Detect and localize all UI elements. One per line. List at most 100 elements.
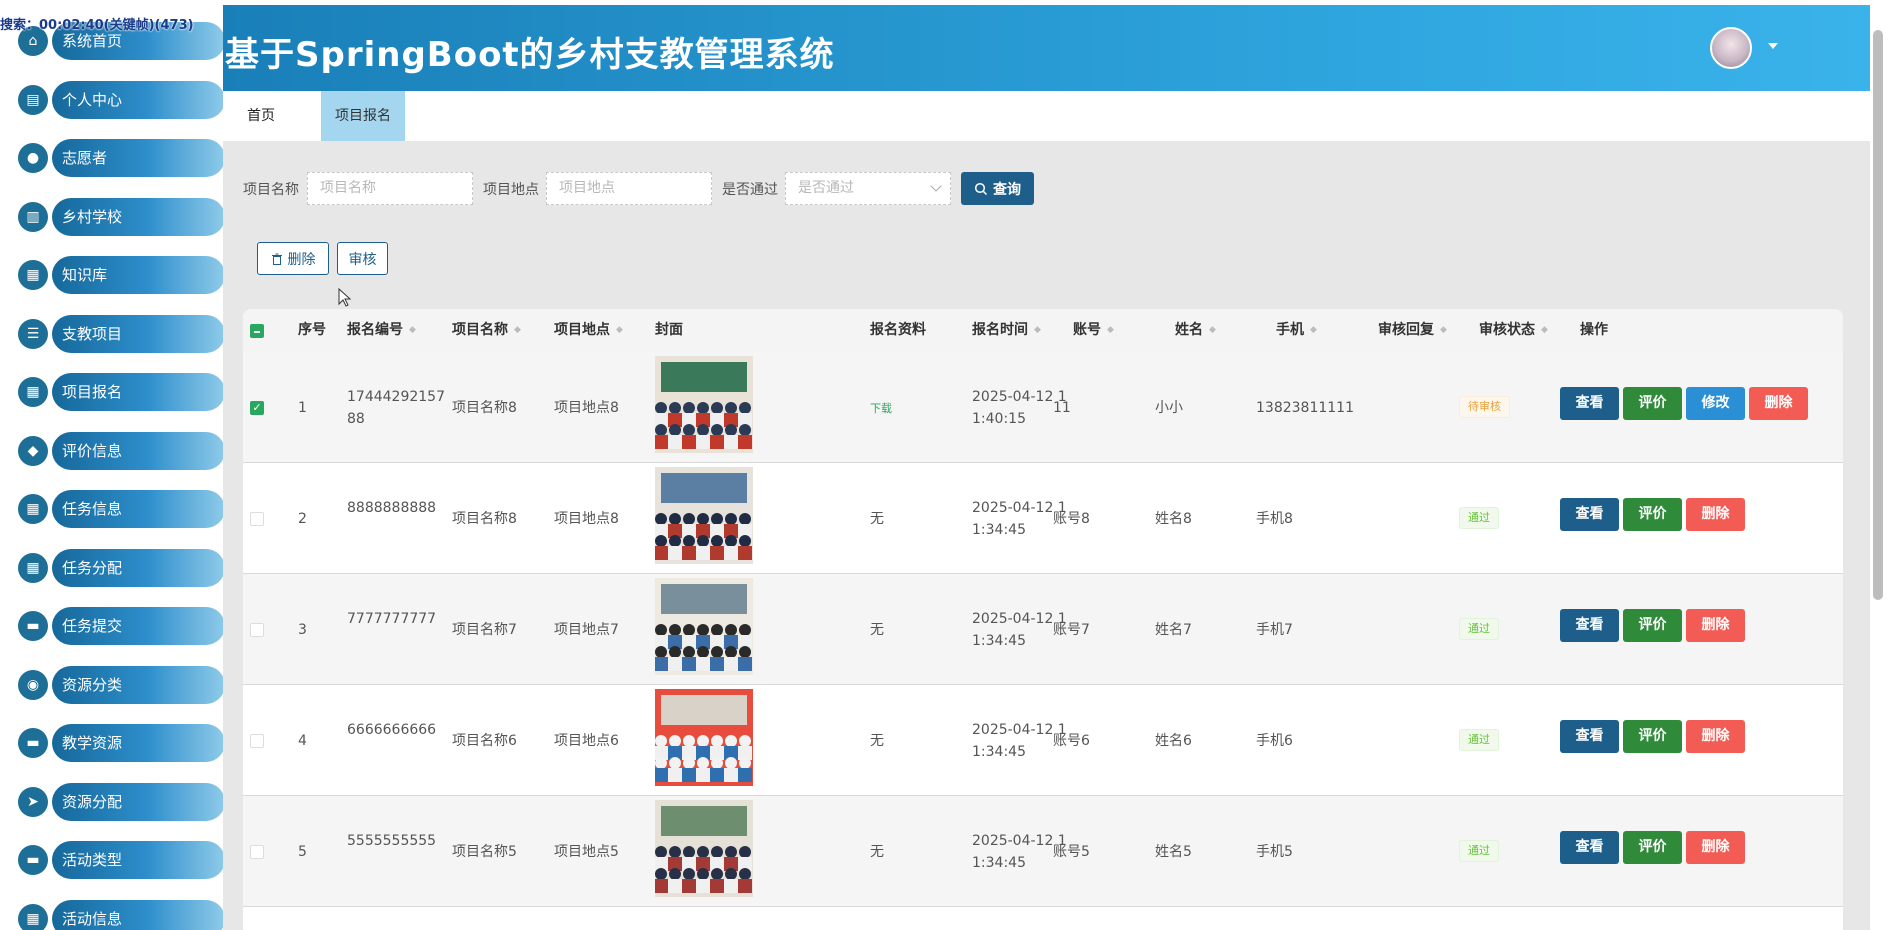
column-header-label: 姓名 (1175, 322, 1203, 338)
rate-button[interactable]: 评价 (1623, 498, 1682, 531)
thumb-icon: ◆ (18, 435, 48, 466)
column-header-label: 审核状态 (1479, 322, 1535, 338)
rate-button[interactable]: 评价 (1623, 387, 1682, 420)
sidebar-item[interactable]: ◉ 资源分类 (18, 663, 225, 704)
sidebar-item[interactable]: ➤ 资源分配 (18, 780, 225, 821)
tab-home[interactable]: 首页 (233, 91, 289, 141)
sidebar-item-label: 项目报名 (52, 373, 225, 411)
status-badge: 通过 (1459, 840, 1499, 862)
sort-icon[interactable]: ◆ (1440, 326, 1447, 335)
sidebar-item[interactable]: ☰ 支教项目 (18, 312, 225, 353)
del-button[interactable]: 删除 (1686, 609, 1745, 642)
search-pass-select[interactable]: 是否通过 (785, 172, 951, 205)
chevron-down-icon[interactable] (1768, 43, 1778, 49)
column-header-label: 报名资料 (870, 322, 926, 338)
rate-button[interactable]: 评价 (1623, 720, 1682, 753)
sort-icon[interactable]: ◆ (1541, 326, 1548, 335)
view-button[interactable]: 查看 (1560, 831, 1619, 864)
sort-icon[interactable]: ◆ (1209, 326, 1216, 335)
user-avatar[interactable] (1710, 27, 1752, 69)
cell-material: 无 (870, 844, 884, 860)
app-title: 基于SpringBoot的乡村支教管理系统 (225, 35, 835, 75)
sidebar-item-label: 资源分配 (52, 782, 225, 821)
status-badge: 通过 (1459, 507, 1499, 529)
sort-icon[interactable]: ◆ (409, 326, 416, 335)
column-header[interactable]: 账号 ◆ (1073, 309, 1114, 352)
search-name-label: 项目名称 (243, 182, 299, 198)
del-button[interactable]: 删除 (1749, 387, 1808, 420)
cell-material: 无 (870, 511, 884, 527)
sort-icon[interactable]: ◆ (1034, 326, 1041, 335)
sidebar-item[interactable]: ▬ 任务提交 (18, 604, 225, 645)
row-checkbox[interactable] (250, 512, 264, 526)
column-header[interactable]: 审核回复 ◆ (1378, 309, 1447, 352)
row-checkbox[interactable] (250, 845, 264, 859)
status-badge: 待审核 (1459, 396, 1510, 418)
search-place-input[interactable]: 项目地点 (546, 172, 712, 205)
sort-icon[interactable]: ◆ (1107, 326, 1114, 335)
sidebar-item[interactable]: ● 志愿者 (18, 136, 225, 177)
sort-icon[interactable]: ◆ (1310, 326, 1317, 335)
sort-icon[interactable]: ◆ (616, 326, 623, 335)
cell-place: 项目地点5 (554, 844, 619, 860)
sidebar-item-label: 乡村学校 (52, 197, 225, 236)
view-button[interactable]: 查看 (1560, 498, 1619, 531)
rate-button[interactable]: 评价 (1623, 831, 1682, 864)
sidebar-item[interactable]: ▥ 乡村学校 (18, 195, 225, 236)
column-header[interactable]: 手机 ◆ (1276, 309, 1317, 352)
cell-code: 7777777777 (347, 611, 437, 627)
cell-place: 项目地点8 (554, 400, 619, 416)
column-header[interactable]: 项目地点 ◆ (554, 309, 623, 352)
column-header[interactable]: 报名时间 ◆ (972, 309, 1041, 352)
search-name-input[interactable]: 项目名称 (307, 172, 473, 205)
column-header[interactable]: 报名编号 ◆ (347, 309, 416, 352)
cell-material: 无 (870, 733, 884, 749)
search-place-label: 项目地点 (483, 182, 539, 198)
row-checkbox[interactable] (250, 623, 264, 637)
cover-image[interactable] (654, 800, 753, 897)
sidebar-item[interactable]: ◆ 评价信息 (18, 429, 225, 470)
sidebar-item[interactable]: ▤ 个人中心 (18, 78, 225, 119)
rate-button[interactable]: 评价 (1623, 609, 1682, 642)
batch-audit-button[interactable]: 审核 (337, 242, 388, 275)
cell-person: 小小 (1155, 400, 1183, 416)
cell-code: 6666666666 (347, 722, 437, 738)
batch-delete-button[interactable]: 删除 (257, 242, 329, 275)
del-button[interactable]: 删除 (1686, 498, 1745, 531)
del-button[interactable]: 删除 (1686, 831, 1745, 864)
scrollbar-thumb[interactable] (1873, 30, 1883, 600)
query-button[interactable]: 查询 (961, 172, 1034, 205)
select-all-checkbox[interactable] (250, 324, 264, 338)
view-button[interactable]: 查看 (1560, 720, 1619, 753)
cell-no: 5 (298, 844, 307, 860)
sidebar-item[interactable]: ▦ 项目报名 (18, 370, 225, 411)
column-header[interactable]: 姓名 ◆ (1175, 309, 1216, 352)
cover-image[interactable] (654, 578, 753, 675)
sidebar-item[interactable]: ▬ 活动类型 (18, 838, 225, 879)
cell-person: 姓名8 (1155, 511, 1192, 527)
cell-account: 账号6 (1053, 733, 1090, 749)
sidebar-item[interactable]: ▦ 活动信息 (18, 897, 225, 930)
cell-account: 账号5 (1053, 844, 1090, 860)
view-button[interactable]: 查看 (1560, 609, 1619, 642)
del-button[interactable]: 删除 (1686, 720, 1745, 753)
cover-image[interactable] (654, 689, 753, 786)
tab-project-signup[interactable]: 项目报名 (321, 91, 405, 141)
column-header[interactable]: 审核状态 ◆ (1479, 309, 1548, 352)
sidebar-item[interactable]: ▦ 任务分配 (18, 546, 225, 587)
sidebar-item[interactable]: ▦ 任务信息 (18, 487, 225, 528)
sort-icon[interactable]: ◆ (514, 326, 521, 335)
row-checkbox[interactable] (250, 734, 264, 748)
cell-name: 项目名称7 (452, 622, 517, 638)
sidebar-item[interactable]: ▬ 教学资源 (18, 721, 225, 762)
header-bar: 基于SpringBoot的乡村支教管理系统 (223, 5, 1870, 91)
cover-image[interactable] (654, 356, 753, 453)
edit-button[interactable]: 修改 (1686, 387, 1745, 420)
download-link[interactable]: 下载 (870, 400, 892, 416)
sidebar-item[interactable]: ▦ 知识库 (18, 253, 225, 294)
row-checkbox[interactable]: ✓ (250, 401, 264, 415)
column-header[interactable]: 项目名称 ◆ (452, 309, 521, 352)
column-header: 序号 (298, 309, 326, 352)
view-button[interactable]: 查看 (1560, 387, 1619, 420)
cover-image[interactable] (654, 467, 753, 564)
